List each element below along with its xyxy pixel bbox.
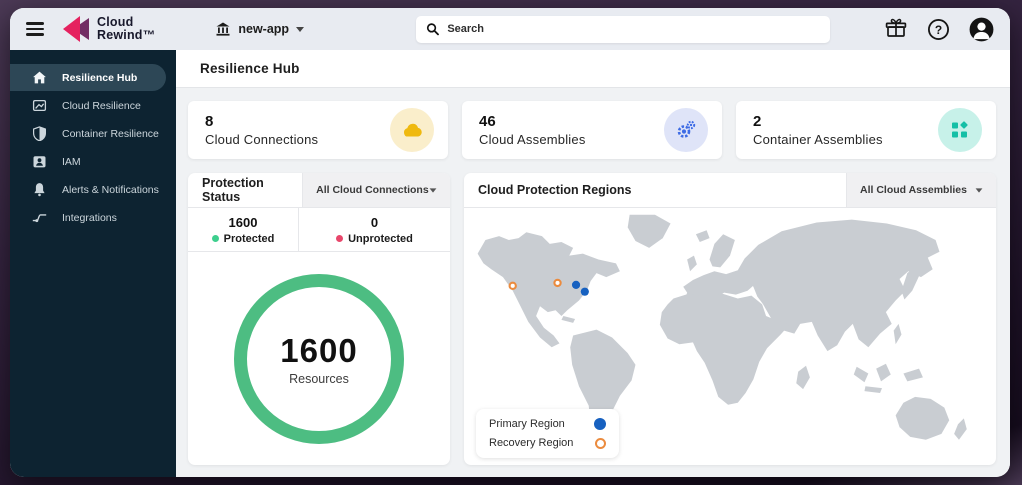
recovery-region-marker-icon (595, 437, 607, 449)
sidebar-item-iam[interactable]: IAM (10, 148, 176, 175)
squares-icon (938, 108, 982, 152)
app-switcher-label: new-app (238, 22, 290, 36)
search-box[interactable] (416, 15, 831, 43)
stat-label: Cloud Connections (205, 132, 319, 147)
stat-card-container-assemblies[interactable]: 2 Container Assemblies (736, 101, 996, 159)
organization-icon (216, 22, 230, 36)
cloud-dashboard-icon (32, 98, 47, 113)
sidebar-item-label: Container Resilience (62, 127, 159, 140)
cloud-connections-filter[interactable]: All Cloud Connections (302, 173, 450, 207)
stat-value: 2 (753, 113, 762, 130)
primary-region-marker-icon (594, 418, 607, 430)
user-avatar[interactable] (969, 17, 994, 42)
sidebar-item-integrations[interactable]: Integrations (10, 204, 176, 231)
resources-donut-chart: 1600 Resources (234, 273, 404, 444)
search-input[interactable] (447, 23, 821, 35)
sidebar-item-label: Resilience Hub (62, 71, 138, 84)
stat-value: 8 (205, 113, 214, 130)
sidebar-item-resilience-hub[interactable]: Resilience Hub (10, 64, 166, 91)
stat-card-cloud-assemblies[interactable]: 46 Cloud Assemblies (462, 101, 722, 159)
region-marker-primary (580, 287, 589, 296)
sidebar-item-alerts-notifications[interactable]: Alerts & Notifications (10, 176, 176, 203)
chevron-down-icon (429, 187, 437, 193)
cloud-protection-regions-panel: Cloud Protection Regions All Cloud Assem… (464, 173, 996, 465)
sidebar-item-label: Alerts & Notifications (62, 183, 159, 196)
chevron-down-icon (975, 187, 983, 193)
integration-icon (32, 210, 47, 225)
app-window: Cloud Rewind™ new-app Search ? Resilienc… (10, 8, 1010, 477)
stat-card-cloud-connections[interactable]: 8 Cloud Connections (188, 101, 448, 159)
sidebar: Resilience Hub Cloud Resilience Containe… (10, 50, 176, 477)
stat-value: 46 (479, 113, 496, 130)
search-icon (426, 23, 439, 36)
page-header: Resilience Hub (176, 50, 1010, 88)
protected-dot-icon (211, 235, 219, 242)
user-badge-icon (32, 154, 47, 169)
top-bar: Cloud Rewind™ new-app Search ? (10, 8, 1010, 50)
sidebar-item-label: IAM (62, 155, 81, 168)
shield-icon (32, 126, 47, 141)
menu-icon[interactable] (26, 19, 44, 38)
sidebar-item-cloud-resilience[interactable]: Cloud Resilience (10, 92, 176, 119)
help-icon[interactable]: ? (927, 18, 950, 41)
unprotected-stat: 0 Unprotected (298, 208, 450, 251)
protection-status-title: Protection Status (202, 176, 264, 204)
bell-icon (32, 182, 47, 197)
sidebar-item-label: Integrations (62, 211, 117, 224)
whats-new-gift-icon[interactable] (884, 17, 908, 41)
brand-name-line2: Rewind™ (97, 28, 156, 42)
region-marker-primary (571, 280, 581, 289)
sidebar-item-container-resilience[interactable]: Container Resilience (10, 120, 176, 147)
unprotected-dot-icon (336, 235, 344, 242)
stat-label: Cloud Assemblies (479, 132, 586, 147)
brand-name-line1: Cloud (97, 14, 134, 29)
rewind-logo-icon (63, 16, 89, 42)
cloud-assemblies-filter[interactable]: All Cloud Assemblies (846, 173, 996, 207)
gears-icon (664, 108, 708, 152)
region-marker-recovery (508, 281, 517, 291)
map-legend: Primary Region Recovery Region (476, 409, 620, 458)
cloud-protection-regions-title: Cloud Protection Regions (478, 183, 632, 197)
chevron-down-icon (296, 26, 305, 32)
cloud-icon (390, 108, 434, 152)
brand-logo: Cloud Rewind™ (60, 13, 155, 45)
region-marker-recovery (553, 278, 562, 288)
home-icon (32, 70, 47, 85)
stat-label: Container Assemblies (753, 132, 883, 147)
protected-stat: 1600 Protected (188, 208, 298, 251)
page-title: Resilience Hub (200, 61, 300, 76)
svg-text:?: ? (935, 22, 942, 36)
app-switcher[interactable]: new-app (215, 21, 305, 37)
protection-status-panel: Protection Status All Cloud Connections … (188, 173, 450, 465)
sidebar-item-label: Cloud Resilience (62, 99, 141, 112)
